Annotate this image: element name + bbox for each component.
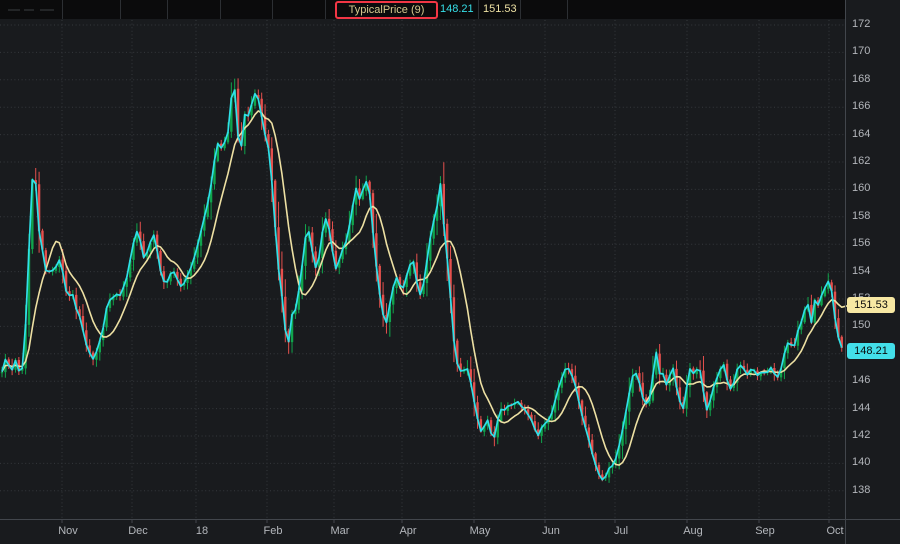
price-axis-label: 164	[852, 128, 870, 140]
legend-cell-divider	[567, 0, 568, 19]
legend-cell-divider	[120, 0, 121, 19]
price-axis-label: 168	[852, 73, 870, 85]
time-axis-label: Feb	[255, 525, 291, 537]
time-axis-label: Apr	[390, 525, 426, 537]
price-axis-label: 160	[852, 182, 870, 194]
legend-cell-divider	[520, 0, 521, 19]
price-chart-canvas[interactable]	[0, 0, 900, 544]
legend-cell-divider	[62, 0, 63, 19]
ma-axis-price-badge: 151.53	[847, 297, 895, 313]
time-axis-label: Mar	[322, 525, 358, 537]
time-axis-label: Oct	[817, 525, 853, 537]
price-axis-label: 172	[852, 18, 870, 30]
hidden-symbol-text	[40, 9, 54, 11]
price-axis-label: 144	[852, 402, 870, 414]
legend-cell-divider	[325, 0, 326, 19]
price-axis-label: 158	[852, 210, 870, 222]
price-axis-label: 138	[852, 484, 870, 496]
hidden-symbol-text	[24, 9, 34, 11]
ohlc-legend-strip: TypicalPrice (9) 148.21 151.53	[0, 0, 845, 19]
indicator-label: TypicalPrice (9)	[349, 5, 425, 16]
time-axis-label: May	[462, 525, 498, 537]
legend-cell-divider	[272, 0, 273, 19]
indicator-legend-highlight[interactable]: TypicalPrice (9)	[335, 1, 438, 19]
legend-cell-divider	[220, 0, 221, 19]
time-axis-label: Dec	[120, 525, 156, 537]
price-axis-label: 150	[852, 319, 870, 331]
indicator-typical-price-value: 148.21	[440, 3, 474, 16]
time-axis-label: 18	[184, 525, 220, 537]
typical-price-axis-badge: 148.21	[847, 343, 895, 359]
price-axis-label: 156	[852, 237, 870, 249]
price-axis-label: 142	[852, 429, 870, 441]
chart-window: TypicalPrice (9) 148.21 151.53 172 170 168…	[0, 0, 900, 544]
time-axis-label: Jul	[603, 525, 639, 537]
legend-cell-divider	[167, 0, 168, 19]
time-axis-label: Nov	[50, 525, 86, 537]
price-axis[interactable]: 1721701681661641621601581561541521501481…	[845, 0, 900, 519]
hidden-symbol-text	[8, 9, 20, 11]
time-axis-label: Sep	[747, 525, 783, 537]
price-axis-label: 170	[852, 45, 870, 57]
time-axis[interactable]: NovDec18FebMarAprMayJunJulAugSepOct	[0, 519, 845, 544]
time-axis-label: Aug	[675, 525, 711, 537]
price-axis-label: 146	[852, 374, 870, 386]
price-axis-label: 154	[852, 265, 870, 277]
time-axis-label: Jun	[533, 525, 569, 537]
indicator-ma-value: 151.53	[483, 3, 517, 16]
price-axis-label: 166	[852, 100, 870, 112]
price-axis-label: 140	[852, 456, 870, 468]
legend-cell-divider	[478, 0, 479, 19]
price-axis-label: 162	[852, 155, 870, 167]
